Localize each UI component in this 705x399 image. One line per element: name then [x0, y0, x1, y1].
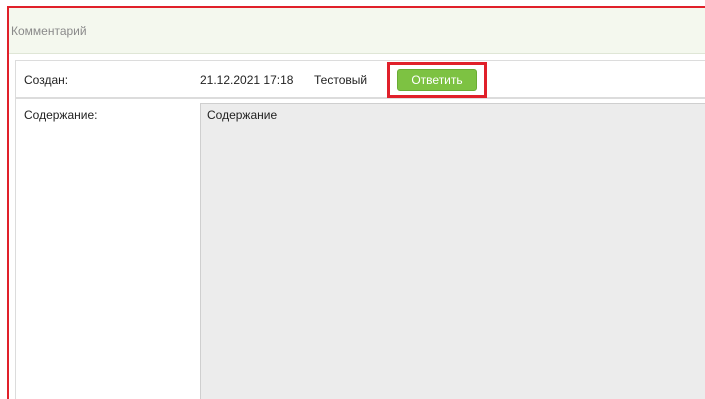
content-row: Содержание: Содержание	[15, 98, 705, 399]
comment-form: Создан: 21.12.2021 17:18 Тестовый Ответи…	[9, 54, 705, 399]
comment-panel: Комментарий Создан: 21.12.2021 17:18 Тес…	[7, 6, 705, 399]
content-textarea[interactable]: Содержание	[200, 103, 705, 399]
created-author: Тестовый	[314, 73, 368, 87]
created-label: Создан:	[24, 73, 69, 87]
created-datetime: 21.12.2021 17:18	[200, 73, 294, 87]
panel-title: Комментарий	[11, 24, 87, 38]
created-row: Создан: 21.12.2021 17:18 Тестовый Ответи…	[15, 60, 705, 98]
content-label: Содержание:	[24, 108, 98, 122]
reply-button[interactable]: Ответить	[397, 69, 477, 91]
reply-button-highlight: Ответить	[387, 62, 487, 98]
panel-header: Комментарий	[9, 8, 705, 54]
